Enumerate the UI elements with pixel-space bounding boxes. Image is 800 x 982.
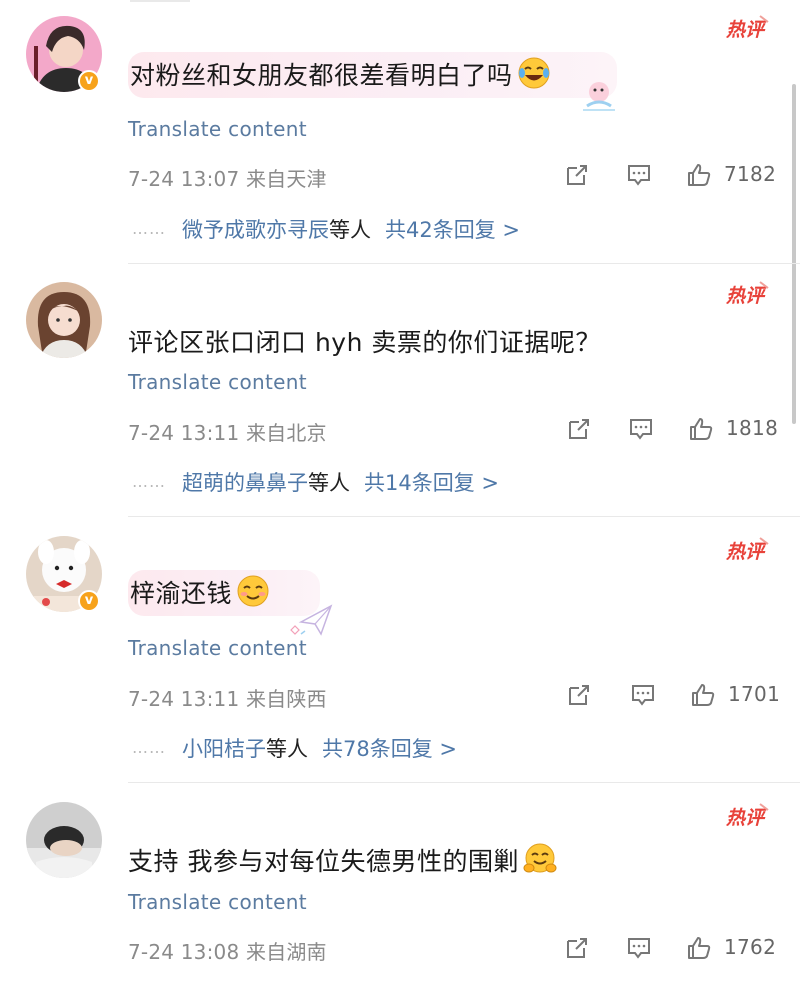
- svg-text:热评: 热评: [725, 541, 767, 563]
- comment-bubble: 评论区张口闭口 hyh 卖票的你们证据呢？: [128, 323, 601, 359]
- comment-divider: [128, 782, 800, 783]
- comment-text: 支持 我参与对每位失德男性的围剿: [128, 847, 519, 876]
- svg-text:热评: 热评: [725, 19, 767, 41]
- reply-count-link[interactable]: 共78条回复 >: [322, 737, 457, 761]
- comment-content[interactable]: 对粉丝和女朋友都很差看明白了吗: [128, 52, 617, 111]
- like-count: 1701: [728, 682, 781, 706]
- comment-icon[interactable]: [626, 162, 652, 188]
- smiling-blush-emoji-icon: [237, 575, 269, 607]
- cartoon-decoration-icon: [582, 82, 615, 111]
- svg-text:热评: 热评: [725, 807, 767, 829]
- paper-plane-decoration-icon: [290, 604, 333, 636]
- comment-actions: 1818: [0, 416, 800, 446]
- hugging-face-emoji-icon: [523, 843, 557, 873]
- like-icon[interactable]: [686, 935, 712, 961]
- reply-count-link[interactable]: 共42条回复 >: [385, 218, 520, 242]
- avatar[interactable]: [26, 802, 102, 878]
- comment-text: 评论区张口闭口 hyh 卖票的你们证据呢？: [128, 328, 601, 357]
- like-icon[interactable]: [686, 162, 712, 188]
- scrollbar[interactable]: [792, 84, 796, 424]
- comment-divider: [128, 516, 800, 517]
- hot-comment-badge: 热评: [724, 536, 770, 564]
- forward-icon[interactable]: [564, 935, 590, 961]
- comment-text: 对粉丝和女朋友都很差看明白了吗: [130, 61, 513, 90]
- svg-text:热评: 热评: [725, 285, 767, 307]
- comment-icon[interactable]: [626, 935, 652, 961]
- reply-summary[interactable]: …… 小阳桔子等人 共78条回复 >: [132, 733, 457, 763]
- forward-icon[interactable]: [566, 682, 592, 708]
- top-divider: [130, 0, 190, 2]
- comment-bubble: 对粉丝和女朋友都很差看明白了吗: [128, 52, 617, 111]
- forward-icon[interactable]: [566, 416, 592, 442]
- laughing-tears-emoji-icon: [518, 57, 550, 89]
- translate-link[interactable]: Translate content: [128, 117, 307, 141]
- comment-icon[interactable]: [630, 682, 656, 708]
- comment-actions: 1762: [0, 935, 800, 965]
- comment-actions: 1701: [0, 682, 800, 712]
- like-count: 7182: [724, 162, 777, 186]
- like-count: 1818: [726, 416, 779, 440]
- like-count: 1762: [724, 935, 777, 959]
- reply-names[interactable]: 微予成歌亦寻辰: [182, 218, 329, 242]
- verified-badge-icon: v: [78, 590, 100, 612]
- comment-divider: [128, 263, 800, 264]
- comment-content[interactable]: 梓渝还钱: [128, 570, 333, 636]
- comment-content[interactable]: 支持 我参与对每位失德男性的围剿: [128, 842, 557, 878]
- hot-comment-badge: 热评: [724, 14, 770, 42]
- comment-actions: 7182: [0, 162, 800, 192]
- translate-link[interactable]: Translate content: [128, 370, 307, 394]
- comment-bubble: 支持 我参与对每位失德男性的围剿: [128, 842, 557, 878]
- reply-names[interactable]: 超萌的鼻鼻子: [182, 471, 308, 495]
- translate-link[interactable]: Translate content: [128, 890, 307, 914]
- reply-count-link[interactable]: 共14条回复 >: [364, 471, 499, 495]
- verified-badge-icon: v: [78, 70, 100, 92]
- avatar[interactable]: [26, 282, 102, 358]
- reply-summary[interactable]: …… 超萌的鼻鼻子等人 共14条回复 >: [132, 467, 499, 497]
- translate-link[interactable]: Translate content: [128, 636, 307, 660]
- reply-names[interactable]: 小阳桔子: [182, 737, 266, 761]
- comment-text: 梓渝还钱: [130, 579, 233, 608]
- reply-summary[interactable]: …… 微予成歌亦寻辰等人 共42条回复 >: [132, 214, 520, 244]
- hot-comment-badge: 热评: [724, 280, 770, 308]
- comment-bubble: 梓渝还钱: [128, 570, 333, 636]
- comment-content[interactable]: 评论区张口闭口 hyh 卖票的你们证据呢？: [128, 323, 601, 359]
- forward-icon[interactable]: [564, 162, 590, 188]
- hot-comment-badge: 热评: [724, 802, 770, 830]
- comment-icon[interactable]: [628, 416, 654, 442]
- like-icon[interactable]: [688, 416, 714, 442]
- like-icon[interactable]: [690, 682, 716, 708]
